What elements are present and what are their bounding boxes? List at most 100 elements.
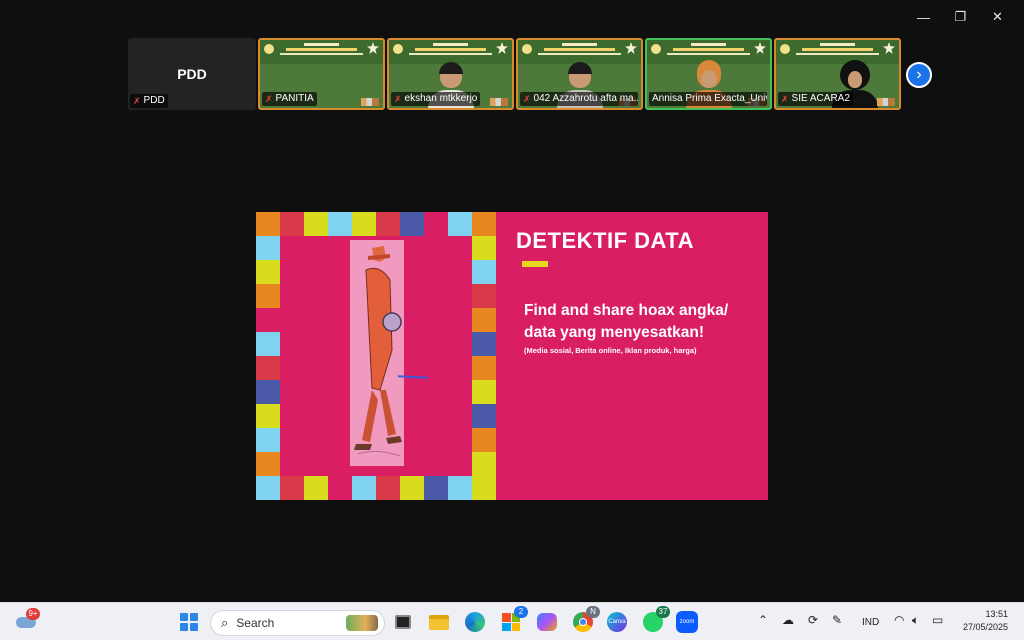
pen-icon[interactable]: ✎ [832,613,842,627]
frame-square [352,476,376,500]
title-underline [522,261,548,267]
task-view-button[interactable] [390,609,416,635]
frame-square [472,236,496,260]
folder-icon [429,614,449,630]
canva-button[interactable]: Canva [604,609,630,635]
frame-square [448,476,472,500]
seminar-banner [260,40,383,64]
weather-widget[interactable]: 9+ [14,608,40,631]
seminar-banner [389,40,512,64]
file-explorer-button[interactable] [426,609,452,635]
participant-name: PANITIA [275,93,314,104]
active-speaker-tile[interactable]: Annisa Prima Exacta_Univ... [645,38,772,110]
frame-square [448,212,472,236]
frame-square [400,476,424,500]
participant-tile[interactable]: ✗ ekshan mtkkerjo [387,38,514,110]
frame-square [256,356,280,380]
chevron-up-icon: ⌃ [758,613,769,627]
frame-square [472,404,496,428]
weather-badge: 9+ [26,608,40,620]
frame-square [256,284,280,308]
participant-tile[interactable]: ✗ PANITIA [258,38,385,110]
edge-button[interactable] [462,609,488,635]
clock-date: 27/05/2025 [962,622,1008,632]
participant-label: ✗ PANITIA [262,92,317,106]
microsoft-store-button[interactable]: 2 [498,606,528,635]
store-badge: 2 [514,606,528,618]
frame-square [256,236,280,260]
copilot-button[interactable] [534,609,560,635]
university-logo-icon [522,44,532,54]
participant-strip: PDD ✗ PDD ✗ PANITIA ✗ ekshan mtkkerjo ✗ … [128,38,901,110]
frame-square [256,332,280,356]
windows-taskbar: 9+ ⌕ Search 2 N Canva 37 zoom ⌃ ☁ ⟳ ✎ IN… [0,602,1024,640]
frame-square [400,212,424,236]
wifi-icon[interactable]: ◠ [894,613,904,627]
onedrive-icon[interactable]: ☁ [782,613,794,627]
whatsapp-button[interactable]: 37 [640,606,670,635]
edge-icon [465,612,485,632]
books-icon [877,98,895,106]
participant-tile[interactable]: ✗ SIE ACARA2 [774,38,901,110]
sync-icon[interactable]: ⟳ [808,613,818,627]
participant-name: 042 Azzahrotu afta ma... [533,93,638,104]
frame-square [280,476,304,500]
frame-square [472,332,496,356]
frame-square [256,428,280,452]
frame-square [256,308,280,332]
show-hidden-icons-button[interactable]: ⌃ [758,613,768,627]
mic-muted-icon: ✗ [781,94,789,104]
close-button[interactable]: ✕ [979,6,1016,28]
slide-subtitle: (Media sosial, Berita online, Iklan prod… [524,346,697,355]
participant-tile[interactable]: PDD ✗ PDD [128,38,256,110]
frame-square [328,212,352,236]
search-placeholder: Search [236,616,275,630]
taskbar-search-box[interactable]: ⌕ Search [210,610,385,636]
frame-square [256,476,280,500]
frame-square [328,476,352,500]
participant-name: SIE ACARA2 [791,93,850,104]
frame-square [472,380,496,404]
participant-display-name: PDD [177,66,207,82]
zoom-meeting-window: — ❐ ✕ PDD ✗ PDD ✗ PANITIA ✗ ekshan mtkke… [0,0,1024,602]
participant-label: ✗ PDD [130,94,168,108]
frame-square [304,476,328,500]
start-button[interactable] [176,609,202,635]
chrome-profile-badge: N [586,606,600,618]
frame-square [472,452,496,476]
participant-label: ✗ 042 Azzahrotu afta ma... [520,92,638,106]
restore-button[interactable]: ❐ [942,6,979,28]
mic-muted-icon: ✗ [394,94,402,104]
slide-body-text: Find and share hoax angka/ data yang men… [524,302,729,341]
window-controls: — ❐ ✕ [905,6,1016,28]
chevron-right-icon: › [916,66,922,83]
chrome-button[interactable]: N [570,606,600,635]
zoom-button[interactable]: zoom [674,609,700,635]
volume-icon[interactable]: 🔈︎ [912,613,919,628]
university-logo-icon [393,44,403,54]
books-icon [490,98,508,106]
participant-label: ✗ SIE ACARA2 [778,92,853,106]
frame-square [472,428,496,452]
frame-square [376,212,400,236]
frame-square [256,260,280,284]
system-clock[interactable]: 13:51 27/05/2025 [963,608,1008,634]
frame-square [472,308,496,332]
shared-screen-slide: DETEKTIF DATA Find and share hoax angka/… [256,212,768,500]
detective-illustration [350,240,404,466]
language-indicator[interactable]: IND [862,617,879,628]
frame-square [352,212,376,236]
search-icon: ⌕ [221,615,229,630]
frame-square [304,212,328,236]
next-participants-button[interactable]: › [906,62,932,88]
university-logo-icon [780,44,790,54]
frame-square [256,212,280,236]
search-highlight-icon [346,615,378,631]
battery-icon[interactable]: ▭ [932,613,943,627]
minimize-button[interactable]: — [905,6,942,28]
frame-square [256,404,280,428]
slide-title: DETEKTIF DATA [516,228,694,253]
participant-tile[interactable]: ✗ 042 Azzahrotu afta ma... [516,38,643,110]
participant-name: Annisa Prima Exacta_Univ... [652,93,767,104]
frame-square [472,476,496,500]
